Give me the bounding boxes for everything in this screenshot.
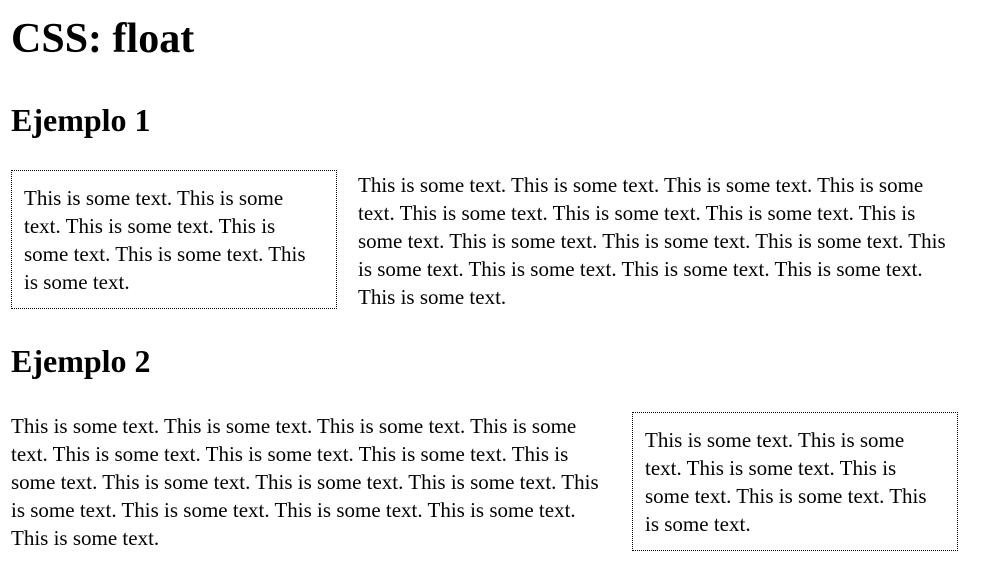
- example-1-heading: Ejemplo 1: [11, 102, 151, 138]
- example-1-float-box: This is some text. This is some text. Th…: [11, 170, 337, 309]
- example-1-paragraph: This is some text. This is some text. Th…: [358, 173, 946, 309]
- page-title: CSS: float: [11, 16, 195, 62]
- example-2-float-box: This is some text. This is some text. Th…: [632, 412, 958, 551]
- example-2-paragraph: This is some text. This is some text. Th…: [11, 414, 599, 550]
- example-2-heading: Ejemplo 2: [11, 343, 151, 379]
